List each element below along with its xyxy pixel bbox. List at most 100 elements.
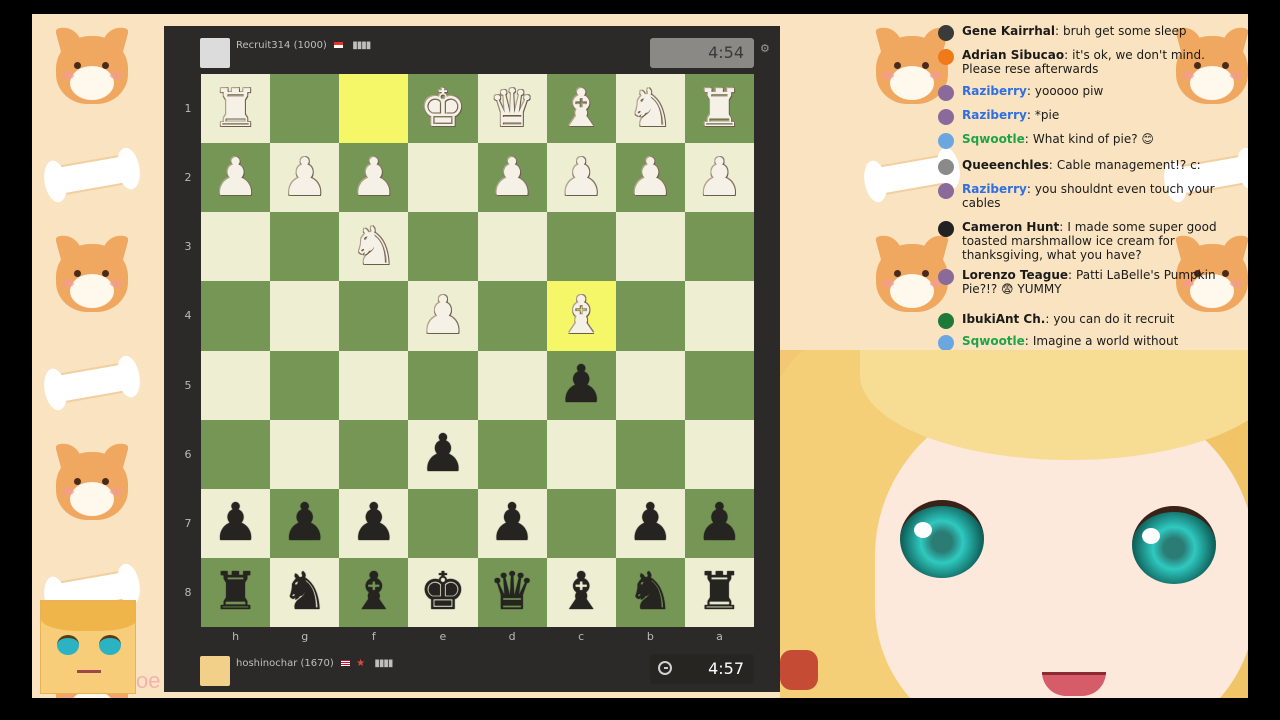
square-b8[interactable]: ♞ (615, 557, 685, 627)
square-h5[interactable] (201, 350, 271, 420)
square-d6[interactable] (477, 419, 547, 489)
square-g3[interactable] (270, 212, 340, 282)
white-rook-icon[interactable]: ♜ (696, 83, 743, 135)
chat-username[interactable]: Sqwootle (962, 334, 1025, 348)
chat-username[interactable]: IbukiAnt Ch. (962, 312, 1045, 326)
white-rook-icon[interactable]: ♜ (212, 83, 259, 135)
black-queen-icon[interactable]: ♛ (489, 566, 536, 618)
square-a3[interactable] (684, 212, 754, 282)
square-e8[interactable]: ♚ (408, 557, 478, 627)
square-d2[interactable]: ♟ (477, 143, 547, 213)
chat-username[interactable]: Raziberry (962, 182, 1027, 196)
black-pawn-icon[interactable]: ♟ (281, 497, 328, 549)
white-pawn-icon[interactable]: ♟ (696, 152, 743, 204)
square-b4[interactable] (615, 281, 685, 351)
square-d8[interactable]: ♛ (477, 557, 547, 627)
square-e2[interactable] (408, 143, 478, 213)
chat-username[interactable]: Raziberry (962, 108, 1027, 122)
chat-username[interactable]: Adrian Sibucao (962, 48, 1064, 62)
square-h1[interactable]: ♜ (201, 74, 271, 144)
square-c5[interactable]: ♟ (546, 350, 616, 420)
black-pawn-icon[interactable]: ♟ (558, 359, 605, 411)
chat-username[interactable]: Sqwootle (962, 132, 1025, 146)
white-pawn-icon[interactable]: ♟ (489, 152, 536, 204)
white-queen-icon[interactable]: ♛ (489, 83, 536, 135)
black-pawn-icon[interactable]: ♟ (627, 497, 674, 549)
white-king-icon[interactable]: ♚ (420, 83, 467, 135)
square-c8[interactable]: ♝ (546, 557, 616, 627)
square-h8[interactable]: ♜ (201, 557, 271, 627)
white-pawn-icon[interactable]: ♟ (627, 152, 674, 204)
square-c7[interactable] (546, 488, 616, 558)
square-a7[interactable]: ♟ (684, 488, 754, 558)
white-bishop-icon[interactable]: ♝ (558, 290, 605, 342)
chat-username[interactable]: Lorenzo Teague (962, 268, 1068, 282)
square-f5[interactable] (339, 350, 409, 420)
square-b1[interactable]: ♞ (615, 74, 685, 144)
square-a4[interactable] (684, 281, 754, 351)
black-knight-icon[interactable]: ♞ (627, 566, 674, 618)
square-f6[interactable] (339, 419, 409, 489)
square-f7[interactable]: ♟ (339, 488, 409, 558)
square-h6[interactable] (201, 419, 271, 489)
chat-username[interactable]: Cameron Hunt (962, 220, 1059, 234)
square-b2[interactable]: ♟ (615, 143, 685, 213)
player-avatar[interactable] (200, 656, 230, 686)
square-h3[interactable] (201, 212, 271, 282)
square-f8[interactable]: ♝ (339, 557, 409, 627)
gear-icon[interactable]: ⚙ (760, 43, 770, 54)
square-e1[interactable]: ♚ (408, 74, 478, 144)
chess-board[interactable]: ♜ ♚ ♛ ♝ ♞ ♜ ♟ ♟ ♟ ♟ ♟ ♟ ♟ ♞ ♟ ♝ ♟ ♟ ♟ ♟ ♟ ♟ ♟ ♟ ♜ ♞ ♝ ♚ ♛ ♝ ♞ ♜ (201, 74, 754, 627)
square-g5[interactable] (270, 350, 340, 420)
black-pawn-icon[interactable]: ♟ (212, 497, 259, 549)
square-d7[interactable]: ♟ (477, 488, 547, 558)
square-d1[interactable]: ♛ (477, 74, 547, 144)
square-c2[interactable]: ♟ (546, 143, 616, 213)
black-pawn-icon[interactable]: ♟ (696, 497, 743, 549)
square-g2[interactable]: ♟ (270, 143, 340, 213)
square-h7[interactable]: ♟ (201, 488, 271, 558)
white-pawn-icon[interactable]: ♟ (351, 152, 398, 204)
square-a1[interactable]: ♜ (684, 74, 754, 144)
square-c3[interactable] (546, 212, 616, 282)
square-e7[interactable] (408, 488, 478, 558)
white-pawn-icon[interactable]: ♟ (558, 152, 605, 204)
opponent-avatar[interactable] (200, 38, 230, 68)
square-f2[interactable]: ♟ (339, 143, 409, 213)
square-c1[interactable]: ♝ (546, 74, 616, 144)
white-pawn-icon[interactable]: ♟ (420, 290, 467, 342)
opponent-name[interactable]: Recruit314 (236, 40, 290, 51)
chat-username[interactable]: Raziberry (962, 84, 1027, 98)
square-e3[interactable] (408, 212, 478, 282)
black-rook-icon[interactable]: ♜ (696, 566, 743, 618)
square-e5[interactable] (408, 350, 478, 420)
square-g1[interactable] (270, 74, 340, 144)
square-f3[interactable]: ♞ (339, 212, 409, 282)
square-a5[interactable] (684, 350, 754, 420)
black-bishop-icon[interactable]: ♝ (351, 566, 398, 618)
square-e4[interactable]: ♟ (408, 281, 478, 351)
white-knight-icon[interactable]: ♞ (351, 221, 398, 273)
square-a6[interactable] (684, 419, 754, 489)
square-c6[interactable] (546, 419, 616, 489)
square-h4[interactable] (201, 281, 271, 351)
white-bishop-icon[interactable]: ♝ (558, 83, 605, 135)
black-pawn-icon[interactable]: ♟ (351, 497, 398, 549)
square-g7[interactable]: ♟ (270, 488, 340, 558)
square-g4[interactable] (270, 281, 340, 351)
white-pawn-icon[interactable]: ♟ (281, 152, 328, 204)
chat-username[interactable]: Queeenchles (962, 158, 1049, 172)
square-d4[interactable] (477, 281, 547, 351)
square-d5[interactable] (477, 350, 547, 420)
white-pawn-icon[interactable]: ♟ (212, 152, 259, 204)
black-bishop-icon[interactable]: ♝ (558, 566, 605, 618)
square-c4[interactable]: ♝ (546, 281, 616, 351)
square-a8[interactable]: ♜ (684, 557, 754, 627)
square-b3[interactable] (615, 212, 685, 282)
white-knight-icon[interactable]: ♞ (627, 83, 674, 135)
square-h2[interactable]: ♟ (201, 143, 271, 213)
square-g6[interactable] (270, 419, 340, 489)
square-f4[interactable] (339, 281, 409, 351)
square-g8[interactable]: ♞ (270, 557, 340, 627)
square-b7[interactable]: ♟ (615, 488, 685, 558)
